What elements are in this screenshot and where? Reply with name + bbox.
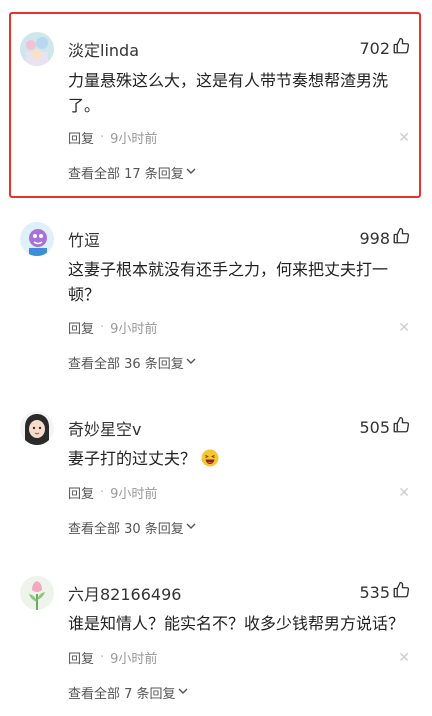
username[interactable]: 淡定linda <box>68 37 139 61</box>
separator-dot: · <box>100 650 105 665</box>
avatar[interactable] <box>20 576 54 610</box>
thumbs-up-icon <box>392 581 410 603</box>
view-replies-label: 查看全部 30 条回复 <box>68 522 184 537</box>
comment-meta: 回复 · 9小时前 <box>68 318 157 337</box>
laughing-face-icon <box>201 449 219 467</box>
like-button[interactable]: 998 <box>359 227 410 249</box>
avatar[interactable] <box>20 32 54 66</box>
chevron-down-icon <box>186 520 196 535</box>
reply-button[interactable]: 回复 <box>68 128 94 147</box>
reply-button[interactable]: 回复 <box>68 318 94 337</box>
view-replies-label: 查看全部 7 条回复 <box>68 687 176 702</box>
close-icon[interactable]: ✕ <box>398 131 410 145</box>
timestamp: 9小时前 <box>110 132 158 147</box>
timestamp: 9小时前 <box>110 322 158 337</box>
like-button[interactable]: 702 <box>359 37 410 59</box>
separator-dot: · <box>100 485 105 500</box>
thumbs-up-icon <box>392 227 410 249</box>
separator-dot: · <box>100 320 105 335</box>
reply-button[interactable]: 回复 <box>68 483 94 502</box>
close-icon[interactable]: ✕ <box>398 486 410 500</box>
like-count: 505 <box>359 417 390 437</box>
thumbs-up-icon <box>392 37 410 59</box>
reply-button[interactable]: 回复 <box>68 648 94 667</box>
like-count: 702 <box>359 38 390 58</box>
view-replies-link[interactable]: 查看全部 30 条回复 <box>68 518 196 537</box>
avatar[interactable] <box>20 222 54 256</box>
view-replies-label: 查看全部 17 条回复 <box>68 167 184 182</box>
chevron-down-icon <box>186 355 196 370</box>
username[interactable]: 奇妙星空v <box>68 416 141 440</box>
comment-text-body: 妻子打的过丈夫？ <box>68 449 197 468</box>
chevron-down-icon <box>178 685 188 700</box>
comment-meta: 回复 · 9小时前 <box>68 483 157 502</box>
close-icon[interactable]: ✕ <box>398 321 410 335</box>
close-icon[interactable]: ✕ <box>398 651 410 665</box>
thumbs-up-icon <box>392 416 410 438</box>
view-replies-link[interactable]: 查看全部 17 条回复 <box>68 163 196 182</box>
view-replies-link[interactable]: 查看全部 7 条回复 <box>68 683 188 702</box>
chevron-down-icon <box>186 165 196 180</box>
view-replies-link[interactable]: 查看全部 36 条回复 <box>68 353 196 372</box>
like-count: 998 <box>359 228 390 248</box>
avatar[interactable] <box>20 411 54 445</box>
username[interactable]: 竹逗 <box>68 227 100 251</box>
comment-text: 谁是知情人？能实名不？收多少钱帮男方说话？ <box>68 614 405 633</box>
like-count: 535 <box>359 582 390 602</box>
timestamp: 9小时前 <box>110 652 158 667</box>
like-button[interactable]: 505 <box>359 416 410 438</box>
comment-text: 这妻子根本就没有还手之力，何来把丈夫打一顿？ <box>68 260 389 304</box>
timestamp: 9小时前 <box>110 487 158 502</box>
like-button[interactable]: 535 <box>359 581 410 603</box>
comment-text: 妻子打的过丈夫？ <box>68 446 398 471</box>
comment-meta: 回复 · 9小时前 <box>68 128 157 147</box>
separator-dot: · <box>100 130 105 145</box>
view-replies-label: 查看全部 36 条回复 <box>68 357 184 372</box>
comment-meta: 回复 · 9小时前 <box>68 648 157 667</box>
username[interactable]: 六月82166496 <box>68 581 181 605</box>
comment-text: 力量悬殊这么大，这是有人带节奏想帮渣男洗了。 <box>68 71 389 115</box>
